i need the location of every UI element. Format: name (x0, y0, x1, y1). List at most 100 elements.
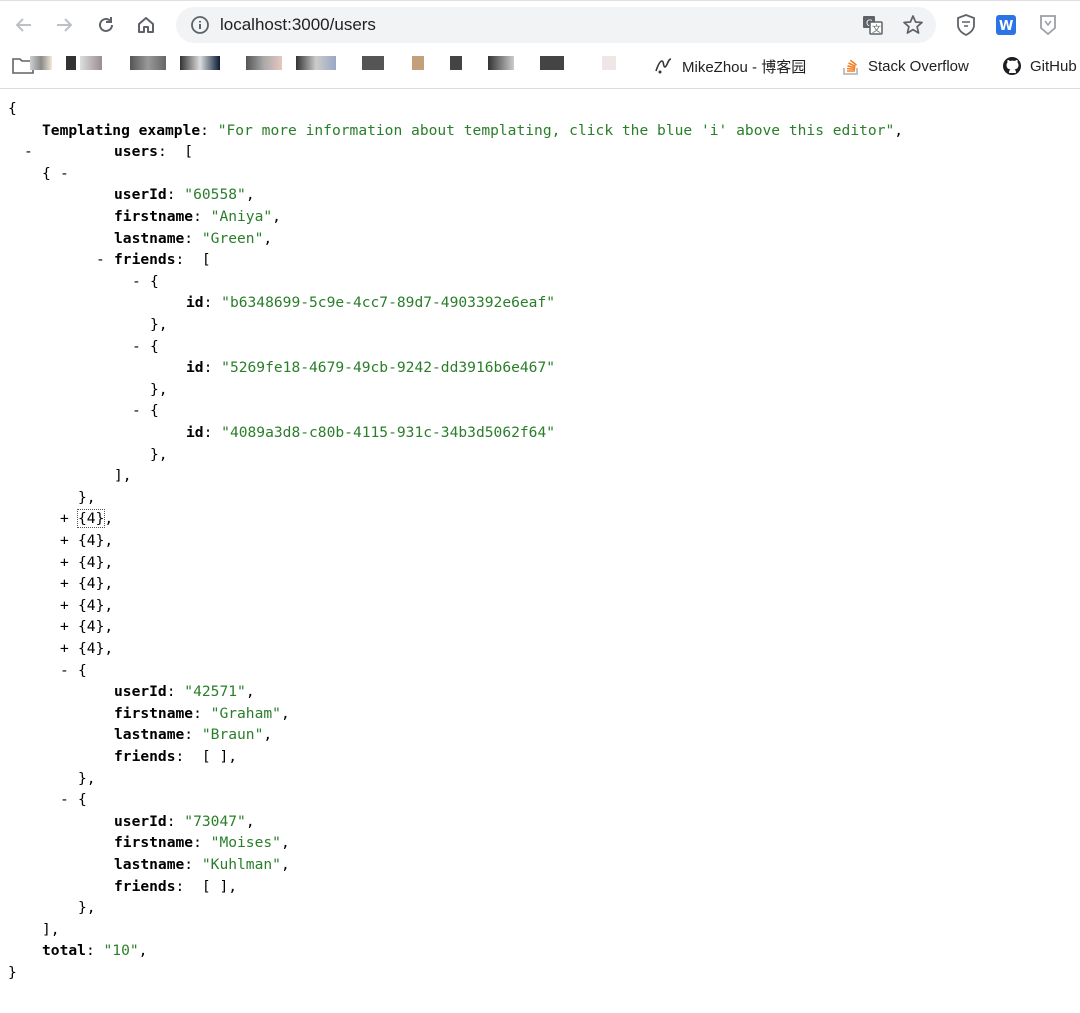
github-icon (1003, 57, 1021, 75)
blurred-bookmark[interactable] (130, 56, 166, 70)
collapse-toggle[interactable]: - (132, 400, 141, 422)
extension-word-icon[interactable]: W (994, 13, 1018, 37)
collapsed-object[interactable]: {4}, (78, 573, 113, 595)
collapse-toggle[interactable]: - (24, 141, 33, 163)
collapse-toggle[interactable]: - (60, 660, 69, 682)
json-key: friends (114, 251, 176, 269)
json-line: total: "10", (42, 942, 148, 960)
json-key: Templating example (42, 121, 201, 139)
json-line: lastname: "Green", (114, 229, 273, 247)
json-line: }, (150, 380, 168, 398)
blurred-bookmark[interactable] (30, 56, 52, 70)
expand-toggle[interactable]: + (60, 616, 69, 638)
blurred-bookmark[interactable] (66, 56, 76, 70)
json-line: { (78, 661, 87, 679)
json-string-value: "Aniya" (210, 208, 273, 225)
home-icon[interactable] (134, 13, 158, 37)
collapsed-object[interactable]: {4}, (78, 552, 113, 574)
json-line: id: "b6348699-5c9e-4cc7-89d7-4903392e6ea… (186, 294, 556, 312)
json-key: userId (114, 683, 167, 701)
collapse-toggle[interactable]: - (96, 249, 105, 271)
bookmark-label: GitHub (1030, 57, 1077, 75)
json-line: } (8, 964, 17, 981)
json-line: { (78, 791, 87, 809)
json-line: }, (78, 899, 96, 917)
expand-toggle[interactable]: + (60, 638, 69, 660)
json-string-value: "Kuhlman" (201, 856, 281, 873)
bookmark-stackoverflow[interactable]: Stack Overflow (842, 55, 969, 77)
bookmark-star-icon[interactable] (902, 14, 924, 41)
collapse-toggle[interactable]: - (132, 271, 141, 293)
expand-toggle[interactable]: + (60, 595, 69, 617)
site-info-icon[interactable] (190, 15, 210, 40)
json-line: { (42, 164, 51, 182)
collapsed-object[interactable]: {4}, (78, 530, 113, 552)
json-string-value: "Moises" (210, 834, 281, 852)
json-string-value: "10" (103, 942, 139, 960)
json-line: friends: [ ], (114, 748, 238, 765)
json-line: friends: [ ], (114, 877, 238, 895)
bookmark-github[interactable]: GitHub (1002, 55, 1077, 77)
json-string-value: "73047" (184, 812, 246, 830)
translate-icon[interactable]: G文 (862, 15, 884, 40)
blurred-bookmark[interactable] (180, 56, 220, 70)
url-text[interactable]: localhost:3000/users (220, 15, 376, 35)
blurred-bookmark[interactable] (412, 56, 424, 70)
json-line: { (150, 402, 159, 420)
collapsed-object[interactable]: {4}, (76, 508, 113, 530)
blurred-bookmark[interactable] (450, 56, 462, 70)
extension-badge-icon[interactable] (1036, 13, 1060, 37)
json-string-value: "Graham" (210, 704, 281, 722)
json-key: lastname (114, 856, 185, 873)
json-key: lastname (114, 229, 185, 247)
reload-icon[interactable] (94, 13, 118, 37)
json-line: }, (150, 316, 168, 333)
expand-toggle[interactable]: + (60, 552, 69, 574)
json-line: }, (78, 488, 96, 506)
back-arrow-icon[interactable] (12, 13, 36, 37)
json-line: id: "5269fe18-4679-49cb-9242-dd3916b6e46… (186, 359, 556, 377)
collapsed-object[interactable]: {4}, (78, 638, 113, 660)
json-line: lastname: "Braun", (114, 726, 273, 744)
extension-shield-icon[interactable] (954, 13, 978, 37)
collapsed-object[interactable]: {4}, (78, 595, 113, 617)
json-string-value: "4089a3d8-c80b-4115-931c-34b3d5062f64" (221, 424, 556, 441)
json-line: ], (42, 920, 60, 938)
json-line: firstname: "Moises", (114, 834, 290, 852)
collapse-toggle[interactable]: - (60, 789, 69, 811)
forward-arrow-icon[interactable] (52, 13, 76, 37)
json-string-value: "Green" (201, 229, 264, 247)
json-line: { (8, 100, 17, 117)
json-key: friends (114, 877, 176, 895)
address-bar[interactable]: localhost:3000/users G文 (176, 7, 936, 43)
collapse-toggle[interactable]: - (60, 163, 69, 185)
json-string-value: "For more information about templating, … (217, 121, 895, 139)
json-string-value: "42571" (184, 683, 246, 701)
json-key: friends (114, 748, 176, 765)
focused-collapsed-object[interactable]: {4} (76, 509, 106, 529)
blurred-bookmark[interactable] (296, 56, 336, 70)
json-line: { (150, 337, 159, 355)
collapse-toggle[interactable]: - (132, 336, 141, 358)
blurred-bookmark[interactable] (80, 56, 102, 70)
bookmarks-bar: MikeZhou - 博客园 Stack Overflow GitHub (0, 48, 1080, 89)
bookmark-mikezhou[interactable]: MikeZhou - 博客园 (654, 55, 806, 77)
json-key: id (186, 294, 204, 312)
expand-toggle[interactable]: + (60, 573, 69, 595)
json-line: userId: "60558", (114, 186, 255, 204)
blurred-bookmark[interactable] (540, 56, 564, 70)
stackoverflow-icon (843, 59, 858, 75)
expand-toggle[interactable]: + (60, 508, 69, 530)
blurred-bookmark[interactable] (488, 56, 514, 70)
blurred-bookmark[interactable] (246, 56, 282, 70)
blurred-bookmark[interactable] (362, 56, 384, 70)
json-key: total (42, 942, 86, 960)
svg-text:文: 文 (872, 23, 881, 35)
json-line: ], (114, 467, 132, 485)
json-string-value: "60558" (184, 186, 246, 204)
expand-toggle[interactable]: + (60, 530, 69, 552)
json-line: userId: "73047", (114, 812, 255, 830)
json-key: lastname (114, 726, 185, 744)
collapsed-object[interactable]: {4}, (78, 616, 113, 638)
blurred-bookmark[interactable] (602, 56, 616, 70)
